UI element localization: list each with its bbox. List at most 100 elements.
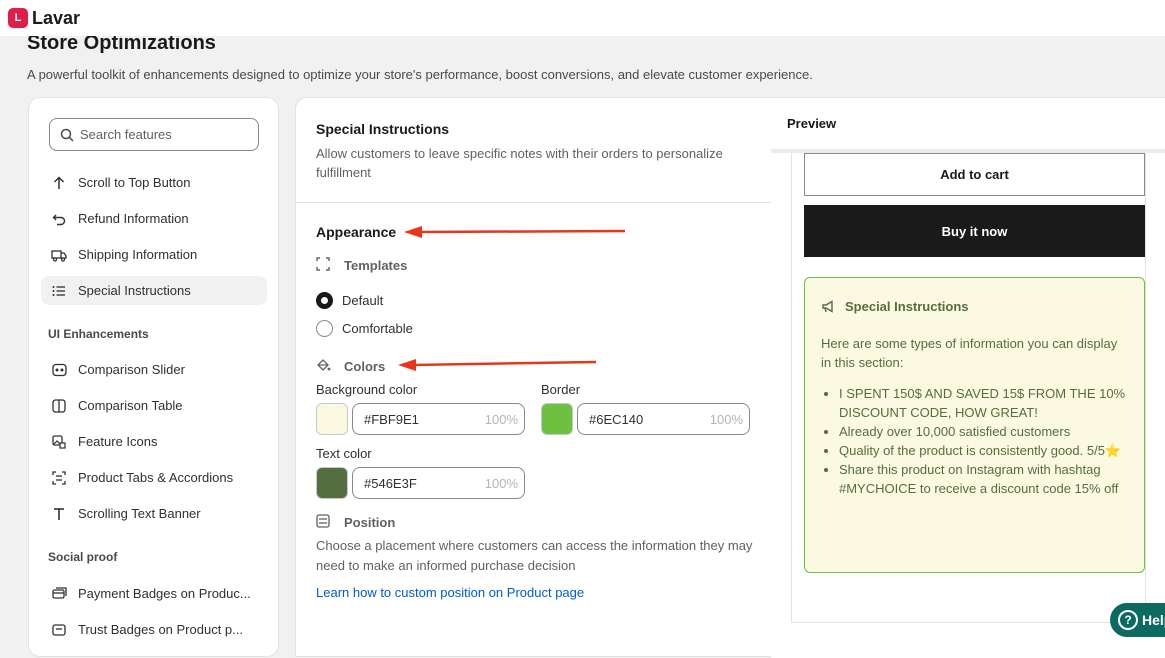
compare-icon xyxy=(51,362,67,378)
badge-icon xyxy=(51,622,67,638)
special-instructions-title: Special Instructions xyxy=(821,299,1128,314)
return-icon xyxy=(51,211,67,227)
radio-label: Comfortable xyxy=(342,321,413,336)
arrow-up-icon xyxy=(51,175,67,191)
sidebar-item-comparison-table[interactable]: Comparison Table xyxy=(41,391,267,420)
bg-color-opacity: 100% xyxy=(484,411,518,427)
bg-color-value[interactable]: #FBF9E1 xyxy=(364,412,419,427)
text-color-opacity: 100% xyxy=(484,475,518,491)
app-logo-icon[interactable]: L xyxy=(8,8,28,28)
sidebar-item-special-instructions[interactable]: Special Instructions xyxy=(41,276,267,305)
radio-unselected[interactable] xyxy=(316,320,333,337)
instructions-list: I SPENT 150$ AND SAVED 15$ FROM THE 10% … xyxy=(821,384,1128,498)
radio-selected[interactable] xyxy=(316,292,333,309)
position-icon xyxy=(316,514,332,530)
bg-color-field[interactable]: #FBF9E1 100% xyxy=(352,403,525,435)
card-icon xyxy=(51,586,67,602)
preview-heading: Preview xyxy=(771,98,1165,153)
sidebar-item-label: Comparison Table xyxy=(78,398,183,413)
border-color-field[interactable]: #6EC140 100% xyxy=(577,403,750,435)
learn-position-link[interactable]: Learn how to custom position on Product … xyxy=(316,585,584,600)
sidebar-item-label: Feature Icons xyxy=(78,434,158,449)
page-title: Store Optimizations xyxy=(27,36,216,54)
sidebar-item-refund[interactable]: Refund Information xyxy=(41,204,267,233)
annotation-arrow-colors xyxy=(398,359,597,371)
sidebar-item-label: Special Instructions xyxy=(78,283,191,298)
truck-icon xyxy=(51,247,67,263)
paint-bucket-icon xyxy=(316,358,332,374)
list-item: Quality of the product is consistently g… xyxy=(839,441,1128,460)
preview-pane: Add to cart Buy it now Special Instructi… xyxy=(771,153,1165,658)
border-color-swatch[interactable] xyxy=(541,403,573,435)
list-item: I SPENT 150$ AND SAVED 15$ FROM THE 10% … xyxy=(839,384,1128,422)
search-icon xyxy=(60,128,74,142)
search-input[interactable] xyxy=(80,127,250,142)
templates-icon xyxy=(316,257,332,273)
question-icon: ? xyxy=(1118,610,1138,630)
columns-icon xyxy=(51,398,67,414)
colors-label: Colors xyxy=(344,358,386,374)
sidebar-item-scroll-to-top[interactable]: Scroll to Top Button xyxy=(41,168,267,197)
sidebar-item-label: Shipping Information xyxy=(78,247,198,262)
border-color-value[interactable]: #6EC140 xyxy=(589,412,643,427)
section-title: Special Instructions xyxy=(316,121,450,137)
templates-heading: Templates xyxy=(316,257,407,273)
sidebar-item-comparison-slider[interactable]: Comparison Slider xyxy=(41,355,267,384)
box-intro: Here are some types of information you c… xyxy=(821,336,1118,370)
sidebar-item-label: Product Tabs & Accordions xyxy=(78,470,234,485)
sidebar-item-label: Scrolling Text Banner xyxy=(78,506,201,521)
text-color-field[interactable]: #546E3F 100% xyxy=(352,467,525,499)
settings-panel: Special Instructions Allow customers to … xyxy=(295,97,1165,658)
list-item: Share this product on Instagram with has… xyxy=(839,460,1128,498)
bg-color-swatch[interactable] xyxy=(316,403,348,435)
template-default-radio[interactable]: Default xyxy=(316,292,383,309)
position-heading: Position xyxy=(316,514,395,530)
radio-label: Default xyxy=(342,293,384,308)
sidebar-item-label: Scroll to Top Button xyxy=(78,175,191,190)
list-item: Already over 10,000 satisfied customers xyxy=(839,422,1128,441)
text-icon xyxy=(51,506,67,522)
position-label: Position xyxy=(344,514,396,530)
templates-label: Templates xyxy=(344,257,408,273)
section-social-proof: Social proof xyxy=(48,550,118,564)
sidebar-item-label: Comparison Slider xyxy=(78,362,185,377)
features-sidebar: Scroll to Top Button Refund Information … xyxy=(28,97,279,657)
sidebar-item-payment-badges[interactable]: Payment Badges on Produc... xyxy=(41,579,267,608)
section-ui-enhancements: UI Enhancements xyxy=(48,327,149,341)
preview-product-frame: Add to cart Buy it now Special Instructi… xyxy=(791,153,1146,623)
sidebar-item-label: Payment Badges on Produc... xyxy=(78,586,251,601)
buy-now-button[interactable]: Buy it now xyxy=(804,205,1145,257)
top-bar: L Lavar xyxy=(0,0,1165,36)
text-color-swatch[interactable] xyxy=(316,467,348,499)
sidebar-item-label: Refund Information xyxy=(78,211,189,226)
sidebar-item-shipping[interactable]: Shipping Information xyxy=(41,240,267,269)
text-color-value[interactable]: #546E3F xyxy=(364,476,417,491)
section-description: Allow customers to leave specific notes … xyxy=(316,146,723,180)
help-button[interactable]: ? Help xyxy=(1110,603,1165,637)
border-color-opacity: 100% xyxy=(709,411,743,427)
box-title-text: Special Instructions xyxy=(845,299,969,314)
appearance-heading: Appearance xyxy=(316,224,397,240)
megaphone-icon xyxy=(821,300,835,313)
border-color-label: Border xyxy=(541,382,581,397)
text-color-label: Text color xyxy=(316,446,372,461)
tabs-icon xyxy=(51,470,67,486)
sidebar-item-product-tabs[interactable]: Product Tabs & Accordions xyxy=(41,463,267,492)
image-icon xyxy=(51,434,67,450)
add-to-cart-button[interactable]: Add to cart xyxy=(804,153,1145,196)
bg-color-label: Background color xyxy=(316,382,418,397)
colors-heading: Colors xyxy=(316,358,385,374)
page-subtitle: A powerful toolkit of enhancements desig… xyxy=(27,67,813,82)
divider xyxy=(296,202,772,203)
sidebar-item-feature-icons[interactable]: Feature Icons xyxy=(41,427,267,456)
search-box[interactable] xyxy=(49,118,259,151)
sidebar-item-scrolling-text-banner[interactable]: Scrolling Text Banner xyxy=(41,499,267,528)
app-name: Lavar xyxy=(32,7,81,28)
list-icon xyxy=(51,283,67,299)
annotation-arrow-appearance xyxy=(404,226,626,238)
template-comfortable-radio[interactable]: Comfortable xyxy=(316,320,413,337)
help-label: Help xyxy=(1142,612,1165,628)
special-instructions-box: Special Instructions Here are some types… xyxy=(804,277,1145,573)
sidebar-item-trust-badges[interactable]: Trust Badges on Product p... xyxy=(41,615,267,644)
position-description: Choose a placement where customers can a… xyxy=(316,538,753,573)
